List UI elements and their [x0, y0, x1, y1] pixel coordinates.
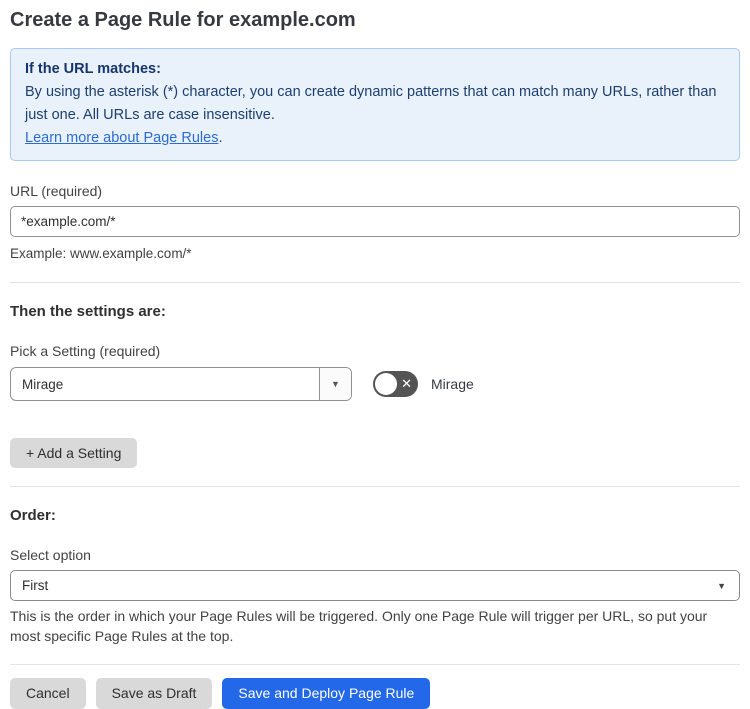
order-hint: This is the order in which your Page Rul…	[10, 608, 708, 644]
divider	[10, 664, 740, 665]
order-select-value: First	[22, 578, 49, 593]
setting-row: Mirage ▼ ✕ Mirage	[10, 367, 740, 401]
divider	[10, 282, 740, 283]
order-section-heading: Order:	[10, 507, 56, 524]
info-box-link-row: Learn more about Page Rules.	[25, 127, 725, 150]
url-label: URL (required)	[10, 183, 103, 199]
info-box-heading: If the URL matches:	[25, 61, 161, 77]
toggle-knob	[375, 373, 397, 395]
save-as-draft-button[interactable]: Save as Draft	[95, 678, 213, 709]
toggle-off-x-icon: ✕	[401, 376, 412, 391]
settings-section-heading: Then the settings are:	[10, 303, 166, 320]
add-setting-button[interactable]: + Add a Setting	[10, 438, 138, 468]
info-box-body: By using the asterisk (*) character, you…	[25, 84, 717, 123]
learn-more-link[interactable]: Learn more about Page Rules	[25, 130, 218, 146]
chevron-down-icon: ▼	[331, 379, 340, 389]
form-actions: Cancel Save as Draft Save and Deploy Pag…	[10, 678, 740, 709]
create-page-rule-form: Create a Page Rule for example.com If th…	[0, 8, 750, 709]
url-input[interactable]	[10, 206, 740, 237]
page-title: Create a Page Rule for example.com	[10, 9, 356, 31]
divider	[10, 486, 740, 487]
url-match-info-box: If the URL matches: By using the asteris…	[10, 48, 740, 161]
order-select-label: Select option	[10, 547, 91, 563]
toggle-label: Mirage	[431, 376, 474, 392]
setting-dropdown-arrow-button[interactable]: ▼	[319, 368, 351, 400]
cancel-button[interactable]: Cancel	[10, 678, 86, 709]
chevron-down-icon: ▼	[717, 580, 726, 591]
url-example-hint: Example: www.example.com/*	[10, 246, 192, 261]
setting-dropdown-value: Mirage	[22, 376, 64, 392]
setting-dropdown[interactable]: Mirage ▼	[10, 367, 352, 401]
order-select[interactable]: First ▼	[10, 570, 740, 601]
pick-setting-label: Pick a Setting (required)	[10, 343, 161, 359]
link-suffix-text: .	[218, 130, 223, 146]
mirage-toggle[interactable]: ✕	[373, 371, 418, 397]
save-and-deploy-button[interactable]: Save and Deploy Page Rule	[222, 678, 431, 709]
